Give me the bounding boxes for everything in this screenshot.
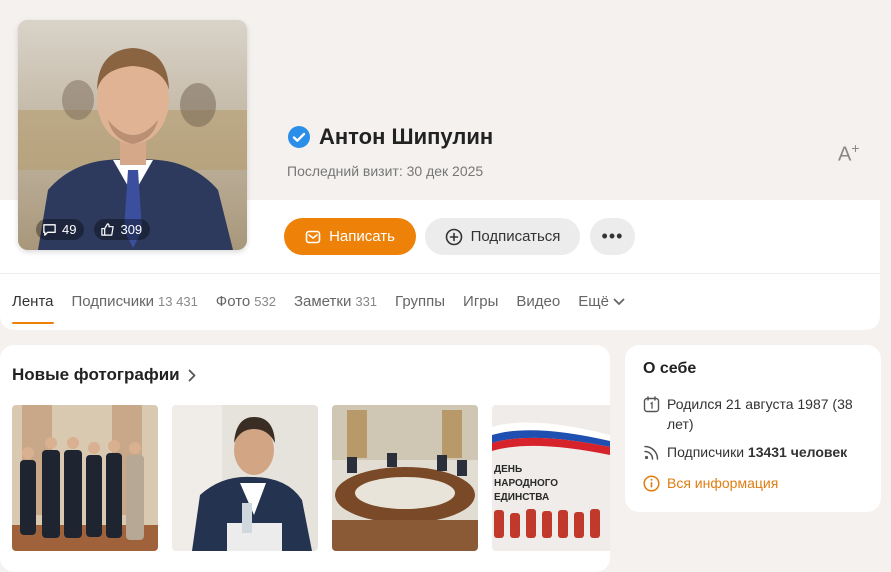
- last-visit-label: Последний визит:: [287, 163, 403, 179]
- tab-subscribers[interactable]: Подписчики 13 431: [72, 293, 198, 310]
- meeting-photo-image: [332, 405, 478, 551]
- subscribers-value: 13431 человек: [747, 444, 848, 460]
- profile-avatar[interactable]: 49 309: [18, 20, 247, 250]
- tab-label: Лента: [12, 293, 54, 310]
- chevron-down-icon: [613, 298, 625, 305]
- avatar-stats: 49 309: [18, 219, 247, 240]
- tab-photos[interactable]: Фото 532: [216, 293, 276, 310]
- poster-text-line: ДЕНЬ: [494, 464, 523, 475]
- tab-label: Видео: [516, 293, 561, 310]
- all-info-link[interactable]: Вся информация: [667, 473, 778, 493]
- poster-text: ДЕНЬ НАРОДНОГО ЕДИНСТВА: [494, 463, 558, 505]
- new-photos-card: Новые фотографии ДЕНЬ НАРОДНОГО ЕДИНСТВА: [0, 345, 610, 572]
- poster-text-line: ЕДИНСТВА: [494, 492, 550, 503]
- comments-stat[interactable]: 49: [36, 219, 85, 240]
- tab-count: 532: [254, 294, 276, 309]
- tab-video[interactable]: Видео: [516, 293, 560, 310]
- header-divider: [0, 273, 880, 274]
- poster-text-line: НАРОДНОГО: [494, 478, 559, 489]
- photo-thumbnail[interactable]: [12, 405, 158, 551]
- font-size-button[interactable]: A+: [838, 140, 860, 167]
- likes-stat[interactable]: 309: [94, 219, 151, 240]
- tab-count: 331: [355, 294, 378, 309]
- info-icon: [643, 475, 660, 492]
- tab-label: Подписчики: [71, 293, 155, 310]
- plus-circle-icon: [445, 228, 462, 245]
- subscribers-row: Подписчики 13431 человек: [643, 442, 847, 462]
- new-photos-title[interactable]: Новые фотографии: [12, 365, 196, 385]
- about-title: О себе: [643, 360, 697, 377]
- subscribe-button[interactable]: Подписаться: [425, 218, 580, 255]
- tab-label: Ещё: [578, 293, 609, 310]
- new-photos-title-text: Новые фотографии: [12, 365, 180, 384]
- tab-label: Заметки: [293, 293, 352, 310]
- chevron-right-icon: [188, 369, 196, 381]
- envelope-icon: [305, 230, 321, 243]
- birthday-text: Родился 21 августа 1987 (38 лет): [667, 396, 853, 432]
- more-dots-icon: •••: [601, 226, 624, 246]
- comment-icon: [43, 224, 56, 236]
- font-size-icon: A: [838, 143, 852, 166]
- profile-name-row: Антон Шипулин: [287, 124, 493, 150]
- subscribe-button-label: Подписаться: [470, 228, 561, 245]
- tab-label: Игры: [463, 293, 499, 310]
- photo-thumbnail[interactable]: [172, 405, 318, 551]
- portrait-photo-image: [172, 405, 318, 551]
- photo-thumbnail[interactable]: ДЕНЬ НАРОДНОГО ЕДИНСТВА: [492, 405, 610, 551]
- subscribers-prefix: Подписчики: [667, 444, 745, 460]
- last-visit: Последний визит: 30 дек 2025: [287, 163, 483, 179]
- about-card: О себе Родился 21 августа 1987 (38 лет) …: [625, 345, 881, 512]
- tab-more[interactable]: Ещё: [578, 293, 625, 310]
- tab-count: 13 431: [158, 294, 198, 309]
- tab-feed[interactable]: Лента: [12, 293, 54, 324]
- profile-name: Антон Шипулин: [319, 124, 494, 149]
- tab-notes[interactable]: Заметки 331: [294, 293, 377, 310]
- calendar-icon: [643, 396, 660, 413]
- write-message-button[interactable]: Написать: [284, 218, 416, 255]
- tab-games[interactable]: Игры: [463, 293, 498, 310]
- tab-label: Группы: [395, 293, 446, 310]
- group-photo-image: [12, 405, 158, 551]
- tab-groups[interactable]: Группы: [395, 293, 445, 310]
- subscribers-text: Подписчики 13431 человек: [667, 442, 847, 462]
- profile-tabs: Лента Подписчики 13 431 Фото 532 Заметки 33…: [12, 293, 625, 324]
- photo-thumbnail[interactable]: [332, 405, 478, 551]
- thumbs-up-icon: [101, 223, 115, 236]
- likes-count: 309: [120, 222, 143, 237]
- write-button-label: Написать: [329, 228, 395, 245]
- avatar-photo: [18, 20, 247, 250]
- more-actions-button[interactable]: •••: [590, 218, 635, 255]
- birthday-row: Родился 21 августа 1987 (38 лет): [643, 394, 868, 434]
- all-info-row[interactable]: Вся информация: [643, 473, 778, 493]
- comments-count: 49: [62, 222, 77, 237]
- verified-badge-icon: [288, 126, 310, 148]
- last-visit-date: 30 дек 2025: [406, 163, 484, 179]
- rss-icon: [644, 445, 659, 460]
- tab-label: Фото: [215, 293, 251, 310]
